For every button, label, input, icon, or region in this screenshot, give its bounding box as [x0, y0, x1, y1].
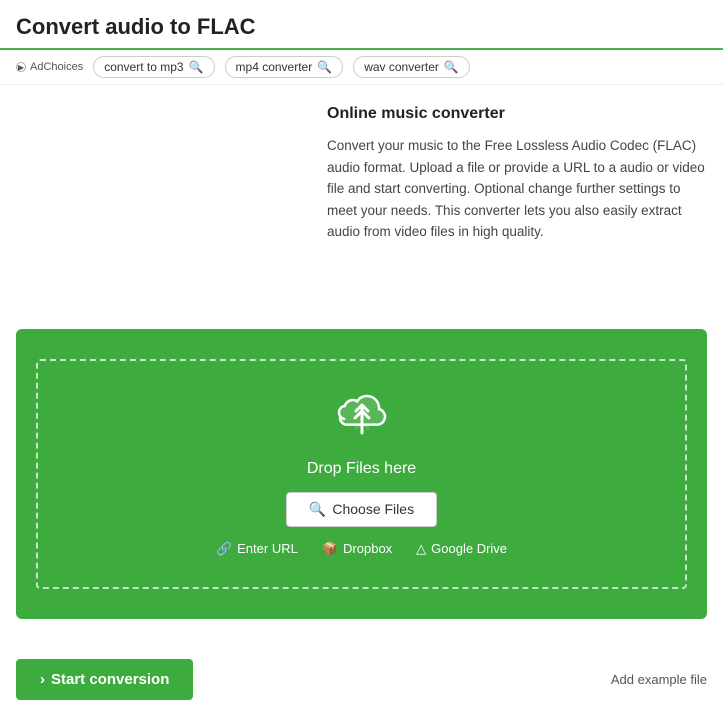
search-icon-2: 🔍 [317, 60, 332, 74]
ad-choices: ▶ AdChoices [16, 61, 83, 73]
ad-tag-label-3: wav converter [364, 60, 439, 74]
upload-drop-zone[interactable]: Drop Files here 🔍 Choose Files 🔗 Enter U… [36, 359, 687, 589]
description-block: Online music converter Convert your musi… [327, 105, 707, 243]
enter-url-label: Enter URL [237, 541, 298, 556]
dropbox-icon: 📦 [322, 541, 338, 557]
upload-section: Drop Files here 🔍 Choose Files 🔗 Enter U… [0, 313, 723, 635]
start-conversion-arrow: › [40, 671, 45, 688]
choose-files-button[interactable]: 🔍 Choose Files [286, 492, 437, 527]
page-title: Convert audio to FLAC [16, 14, 707, 40]
description-title: Online music converter [327, 105, 707, 123]
dropbox-link[interactable]: 📦 Dropbox [322, 541, 392, 557]
google-drive-icon: △ [416, 541, 426, 557]
ad-choices-icon: ▶ [16, 62, 26, 72]
ad-bar: ▶ AdChoices convert to mp3 🔍 mp4 convert… [0, 50, 723, 85]
choose-files-search-icon: 🔍 [309, 501, 326, 518]
page-header: Convert audio to FLAC [0, 0, 723, 50]
upload-box[interactable]: Drop Files here 🔍 Choose Files 🔗 Enter U… [16, 329, 707, 619]
link-icon: 🔗 [216, 541, 232, 557]
add-example-label: Add example file [611, 672, 707, 687]
enter-url-link[interactable]: 🔗 Enter URL [216, 541, 298, 557]
ad-tag-convert-mp3[interactable]: convert to mp3 🔍 [93, 56, 214, 78]
ad-tag-label-1: convert to mp3 [104, 60, 183, 74]
upload-cloud-icon [334, 391, 390, 446]
ad-tag-label-2: mp4 converter [236, 60, 313, 74]
start-conversion-button[interactable]: › Start conversion [16, 659, 193, 700]
search-icon-1: 🔍 [189, 60, 204, 74]
description-body: Convert your music to the Free Lossless … [327, 135, 707, 243]
bottom-bar: › Start conversion Add example file [0, 643, 723, 716]
ad-choices-label: AdChoices [30, 61, 83, 73]
drop-files-text: Drop Files here [307, 460, 416, 478]
add-example-file-link[interactable]: Add example file [611, 672, 707, 687]
choose-files-label: Choose Files [332, 501, 414, 517]
search-icon-3: 🔍 [444, 60, 459, 74]
start-conversion-label: Start conversion [51, 671, 169, 688]
ad-tag-mp4-converter[interactable]: mp4 converter 🔍 [225, 56, 344, 78]
ad-tag-wav-converter[interactable]: wav converter 🔍 [353, 56, 470, 78]
google-drive-link[interactable]: △ Google Drive [416, 541, 507, 557]
upload-options: 🔗 Enter URL 📦 Dropbox △ Google Drive [216, 541, 507, 557]
dropbox-label: Dropbox [343, 541, 392, 556]
google-drive-label: Google Drive [431, 541, 507, 556]
